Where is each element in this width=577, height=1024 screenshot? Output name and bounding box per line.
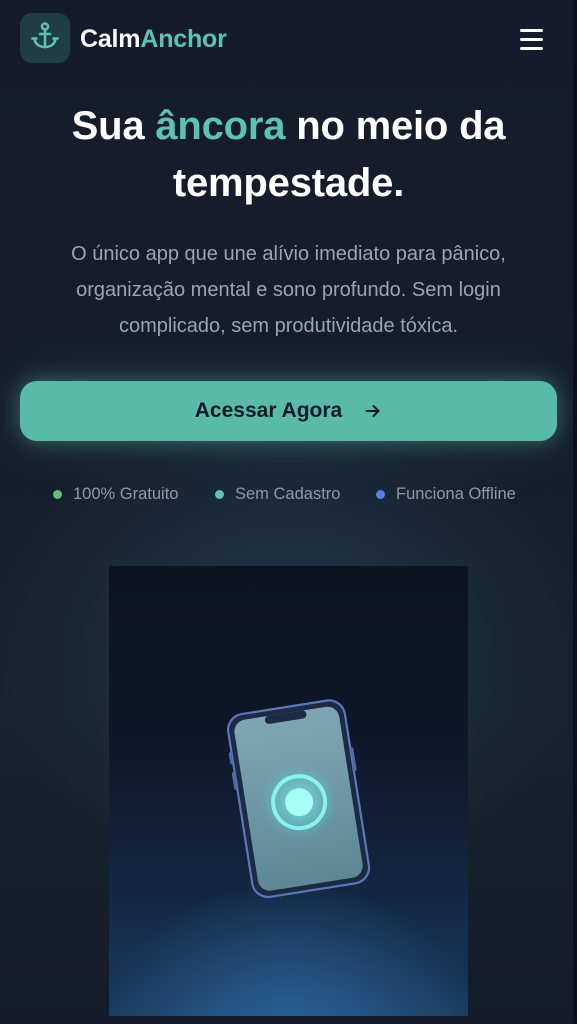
feature-list: 100% Gratuito Sem Cadastro Funciona Offl…	[0, 482, 577, 506]
hero-title-part2: no meio da	[296, 104, 506, 148]
menu-button[interactable]	[514, 24, 548, 54]
feature-offline: Funciona Offline	[376, 482, 516, 506]
hero-title-line2: tempestade.	[172, 161, 405, 205]
hero-title-accent: âncora	[155, 104, 286, 148]
phone-illustration	[227, 699, 371, 899]
anchor-icon	[29, 20, 61, 57]
logo[interactable]	[20, 13, 70, 63]
feature-no-signup-label: Sem Cadastro	[235, 484, 341, 503]
viewport-edge	[573, 0, 577, 1024]
feature-no-signup: Sem Cadastro	[215, 482, 340, 506]
arrow-right-icon	[364, 402, 382, 420]
hero-subtitle-line1: O único app que une alívio imediato para…	[71, 243, 506, 265]
feature-offline-label: Funciona Offline	[396, 484, 516, 503]
brand-name-part1: Calm	[80, 25, 141, 53]
status-dot	[53, 489, 62, 499]
brand-name-part2: Anchor	[140, 25, 227, 53]
hero-subtitle-line3: complicado, sem produtividade tóxica.	[118, 315, 459, 337]
feature-free-label: 100% Gratuito	[73, 484, 179, 503]
access-now-button[interactable]: Acessar Agora	[20, 381, 557, 441]
site-header: CalmAnchor	[0, 0, 577, 78]
status-dot	[215, 489, 224, 499]
landing-page: CalmAnchor Sua âncora no meio da tempest…	[0, 0, 577, 1024]
hero-title-part1: Sua	[71, 104, 145, 148]
hero-phone-visual	[109, 566, 468, 1016]
hero-subtitle: O único app que une alívio imediato para…	[30, 236, 547, 344]
feature-free: 100% Gratuito	[53, 482, 178, 506]
hero-title: Sua âncora no meio da tempestade.	[20, 98, 557, 212]
hero-subtitle-line2: organização mental e sono profundo. Sem …	[76, 279, 501, 301]
status-dot	[376, 489, 385, 499]
access-now-label: Acessar Agora	[194, 399, 343, 422]
brand-name[interactable]: CalmAnchor	[80, 24, 227, 54]
